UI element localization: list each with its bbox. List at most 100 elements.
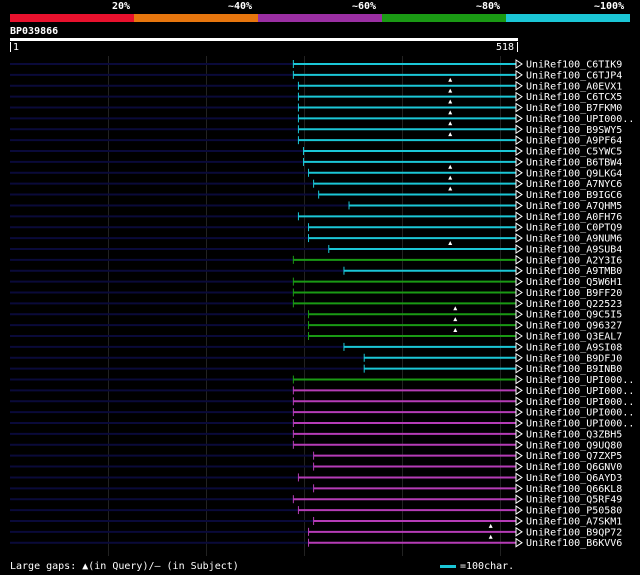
hit-end-arrow-icon <box>515 135 523 146</box>
large-gaps-legend: Large gaps: ▲(in Query)/– (in Subject) <box>10 561 239 572</box>
hit-end-arrow-icon <box>515 287 523 298</box>
hit-end-arrow-icon <box>515 320 523 331</box>
hit-label[interactable]: UniRef100_A9PF64 <box>526 136 622 147</box>
large-gap-query-icon <box>448 110 453 115</box>
hit-end-arrow-icon <box>515 526 523 537</box>
large-gap-query-icon <box>488 523 493 528</box>
hit-end-arrow-icon <box>515 298 523 309</box>
hit-label[interactable]: UniRef100_Q66KL8 <box>526 484 622 495</box>
hit-label[interactable]: UniRef100_A9NUM6 <box>526 234 622 245</box>
hit-label[interactable]: UniRef100_Q6AYD3 <box>526 473 622 484</box>
hit-end-arrow-icon <box>515 407 523 418</box>
hit-label[interactable]: UniRef100_Q7ZXP5 <box>526 451 622 462</box>
hit-end-arrow-icon <box>515 537 523 548</box>
hit-end-arrow-icon <box>515 59 523 69</box>
hit-end-arrow-icon <box>515 113 523 124</box>
hit-end-arrow-icon <box>515 91 523 102</box>
hit-label[interactable]: UniRef100_Q9LKG4 <box>526 168 622 179</box>
hit-end-arrow-icon <box>515 516 523 526</box>
hit-label[interactable]: UniRef100_A9SUB4 <box>526 244 622 255</box>
hit-label[interactable]: UniRef100_B9IGC6 <box>526 190 622 201</box>
hit-label[interactable]: UniRef100_A9SI08 <box>526 342 622 353</box>
hit-label[interactable]: UniRef100_C6TIK9 <box>526 60 622 71</box>
hit-label[interactable]: UniRef100_UPI000.. <box>526 419 634 430</box>
hit-label[interactable]: UniRef100_Q6GNV0 <box>526 462 622 473</box>
hit-label[interactable]: UniRef100_A9TMB0 <box>526 266 622 277</box>
hit-label[interactable]: UniRef100_Q3ZBH5 <box>526 429 622 440</box>
hit-end-arrow-icon <box>515 428 523 439</box>
large-gap-query-icon <box>453 306 458 311</box>
hit-label[interactable]: UniRef100_B7FKM0 <box>526 103 622 114</box>
large-gap-query-icon <box>488 534 493 539</box>
hit-label[interactable]: UniRef100_Q5W6H1 <box>526 277 622 288</box>
hit-label[interactable]: UniRef100_A0EVX1 <box>526 81 622 92</box>
hit-label[interactable]: UniRef100_C6TCX5 <box>526 92 622 103</box>
hit-end-arrow-icon <box>515 189 523 200</box>
hit-end-arrow-icon <box>515 483 523 494</box>
large-gap-query-icon <box>448 77 453 82</box>
hit-end-arrow-icon <box>515 233 523 244</box>
hit-label[interactable]: UniRef100_UPI000.. <box>526 408 634 419</box>
scale-label: =100char. <box>460 561 515 572</box>
hit-label[interactable]: UniRef100_P50580 <box>526 506 622 517</box>
hit-end-arrow-icon <box>515 276 523 287</box>
hit-end-arrow-icon <box>515 222 523 233</box>
hit-label[interactable]: UniRef100_C6TJP4 <box>526 70 622 81</box>
hit-end-arrow-icon <box>515 472 523 483</box>
hit-end-arrow-icon <box>515 439 523 450</box>
hit-end-arrow-icon <box>515 146 523 156</box>
hit-end-arrow-icon <box>515 385 523 396</box>
hit-label[interactable]: UniRef100_A0FH76 <box>526 212 622 223</box>
hit-label[interactable]: UniRef100_B9SWY5 <box>526 125 622 136</box>
large-gap-query-icon <box>453 317 458 322</box>
hit-end-arrow-icon <box>515 341 523 352</box>
hit-end-arrow-icon <box>515 124 523 135</box>
large-gap-query-icon <box>453 328 458 332</box>
hit-label[interactable]: UniRef100_B9DFJ0 <box>526 353 622 364</box>
hit-end-arrow-icon <box>515 200 523 211</box>
hit-end-arrow-icon <box>515 211 523 222</box>
hit-end-arrow-icon <box>515 244 523 254</box>
scale-line <box>440 565 456 568</box>
hit-label[interactable]: UniRef100_A2Y3I6 <box>526 255 622 266</box>
hit-label[interactable]: UniRef100_A7NYC6 <box>526 179 622 190</box>
hit-label[interactable]: UniRef100_Q5RF49 <box>526 495 622 506</box>
hit-label[interactable]: UniRef100_Q3EAL7 <box>526 332 622 343</box>
hit-label[interactable]: UniRef100_B9FF20 <box>526 288 622 299</box>
large-gap-query-icon <box>448 240 453 245</box>
hit-label[interactable]: UniRef100_C5YWC5 <box>526 147 622 158</box>
hit-end-arrow-icon <box>515 352 523 363</box>
hit-label[interactable]: UniRef100_B6KVV6 <box>526 538 622 549</box>
hit-end-arrow-icon <box>515 331 523 341</box>
hit-alignment-graph: UniRef100_C6TIK9UniRef100_C6TJP4UniRef10… <box>10 59 634 549</box>
large-gap-query-icon <box>448 186 453 191</box>
hit-label[interactable]: UniRef100_Q9UQ80 <box>526 440 622 451</box>
hit-label[interactable]: UniRef100_A7SKM1 <box>526 516 622 527</box>
hit-label[interactable]: UniRef100_B9INB0 <box>526 364 622 375</box>
hit-end-arrow-icon <box>515 494 523 505</box>
hit-label[interactable]: UniRef100_C0PTQ9 <box>526 223 622 234</box>
hit-end-arrow-icon <box>515 102 523 113</box>
hit-end-arrow-icon <box>515 265 523 276</box>
hit-end-arrow-icon <box>515 167 523 178</box>
large-gap-query-icon <box>448 88 453 93</box>
hit-label[interactable]: UniRef100_UPI000.. <box>526 375 634 386</box>
hit-label[interactable]: UniRef100_UPI000.. <box>526 397 634 408</box>
hit-label[interactable]: UniRef100_Q9C5I5 <box>526 310 622 321</box>
hit-end-arrow-icon <box>515 309 523 320</box>
large-gap-query-icon <box>448 132 453 137</box>
hit-label[interactable]: UniRef100_UPI000.. <box>526 386 634 397</box>
hit-label[interactable]: UniRef100_UPI000.. <box>526 114 634 125</box>
large-gap-query-icon <box>448 164 453 169</box>
hit-label[interactable]: UniRef100_A7QHM5 <box>526 201 622 212</box>
large-gap-query-icon <box>448 121 453 126</box>
hit-end-arrow-icon <box>515 363 523 374</box>
hit-label[interactable]: UniRef100_Q22523 <box>526 299 622 310</box>
hit-label[interactable]: UniRef100_B6TBW4 <box>526 157 622 168</box>
hit-end-arrow-icon <box>515 80 523 91</box>
hit-end-arrow-icon <box>515 254 523 265</box>
hit-label[interactable]: UniRef100_B9QP72 <box>526 527 622 538</box>
hit-end-arrow-icon <box>515 69 523 80</box>
hit-label[interactable]: UniRef100_Q96327 <box>526 321 622 332</box>
large-gap-query-icon <box>448 175 453 180</box>
